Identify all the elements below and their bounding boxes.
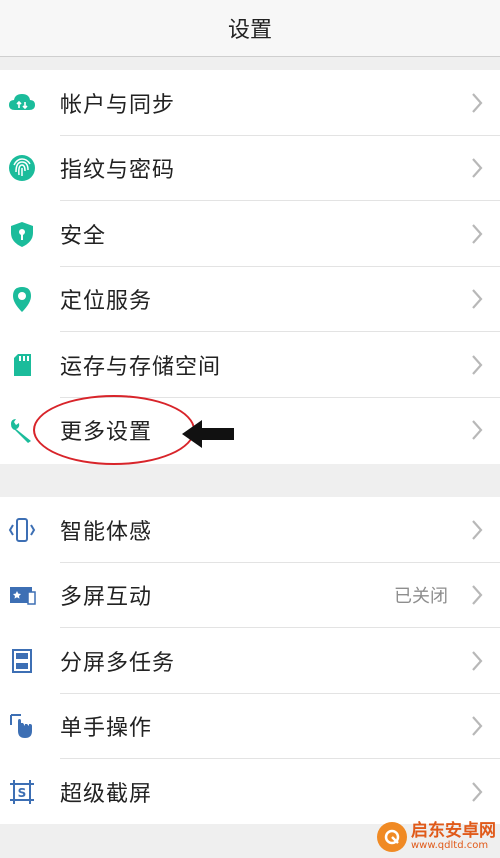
settings-item-label: 智能体感 bbox=[60, 519, 153, 545]
svg-text:S: S bbox=[18, 786, 27, 800]
shield-icon bbox=[6, 218, 38, 250]
chevron-right-icon bbox=[472, 520, 483, 540]
status-text: 已关闭 bbox=[394, 586, 448, 608]
settings-item-multi-screen[interactable]: 多屏互动 已关闭 bbox=[0, 563, 500, 628]
settings-item-label: 帐户与同步 bbox=[60, 92, 176, 118]
watermark-name: 启东安卓网 bbox=[411, 820, 496, 841]
settings-item-super-screenshot[interactable]: S 超级截屏 bbox=[0, 759, 500, 825]
settings-item-account-sync[interactable]: 帐户与同步 bbox=[0, 70, 500, 136]
settings-item-label: 指纹与密码 bbox=[60, 158, 176, 184]
page-title: 设置 bbox=[227, 18, 272, 43]
settings-item-label: 多屏互动 bbox=[60, 585, 153, 611]
title-bar: 设置 bbox=[0, 0, 500, 57]
settings-item-fingerprint-password[interactable]: 指纹与密码 bbox=[0, 136, 500, 201]
chevron-right-icon bbox=[472, 158, 483, 178]
chevron-right-icon bbox=[472, 651, 483, 671]
sd-card-icon bbox=[6, 349, 38, 381]
screenshot-icon: S bbox=[6, 776, 38, 808]
location-pin-icon bbox=[6, 283, 38, 315]
chevron-right-icon bbox=[472, 420, 483, 440]
cloud-sync-icon bbox=[6, 87, 38, 119]
chevron-right-icon bbox=[472, 585, 483, 605]
settings-item-split-screen[interactable]: 分屏多任务 bbox=[0, 628, 500, 694]
chevron-right-icon bbox=[472, 224, 483, 244]
settings-item-label: 超级截屏 bbox=[60, 781, 153, 807]
chevron-right-icon bbox=[472, 289, 483, 309]
chevron-right-icon bbox=[472, 716, 483, 736]
settings-item-memory-storage[interactable]: 运存与存储空间 bbox=[0, 332, 500, 398]
chevron-right-icon bbox=[472, 93, 483, 113]
watermark: 启东安卓网 www.qdltd.com bbox=[377, 822, 496, 852]
split-screen-icon bbox=[6, 645, 38, 677]
settings-item-security[interactable]: 安全 bbox=[0, 201, 500, 267]
settings-item-one-hand[interactable]: 单手操作 bbox=[0, 694, 500, 759]
settings-item-label: 安全 bbox=[60, 223, 107, 249]
settings-item-label: 定位服务 bbox=[60, 289, 153, 315]
settings-item-label: 单手操作 bbox=[60, 716, 153, 742]
settings-item-label: 分屏多任务 bbox=[60, 650, 176, 676]
watermark-logo-icon bbox=[377, 822, 407, 852]
screen-cast-icon bbox=[6, 579, 38, 611]
settings-group-2: 智能体感 多屏互动 已关闭 分屏多任务 单手操作 S 超级截屏 bbox=[0, 497, 500, 824]
highlight-ellipse bbox=[33, 395, 195, 465]
settings-item-label: 运存与存储空间 bbox=[60, 354, 222, 380]
pointer-arrow-icon bbox=[182, 420, 234, 448]
phone-motion-icon bbox=[6, 514, 38, 546]
chevron-right-icon bbox=[472, 355, 483, 375]
settings-item-location[interactable]: 定位服务 bbox=[0, 267, 500, 332]
settings-item-smart-motion[interactable]: 智能体感 bbox=[0, 497, 500, 563]
one-hand-icon bbox=[6, 710, 38, 742]
fingerprint-icon bbox=[6, 152, 38, 184]
chevron-right-icon bbox=[472, 782, 483, 802]
watermark-url: www.qdltd.com bbox=[411, 839, 489, 851]
